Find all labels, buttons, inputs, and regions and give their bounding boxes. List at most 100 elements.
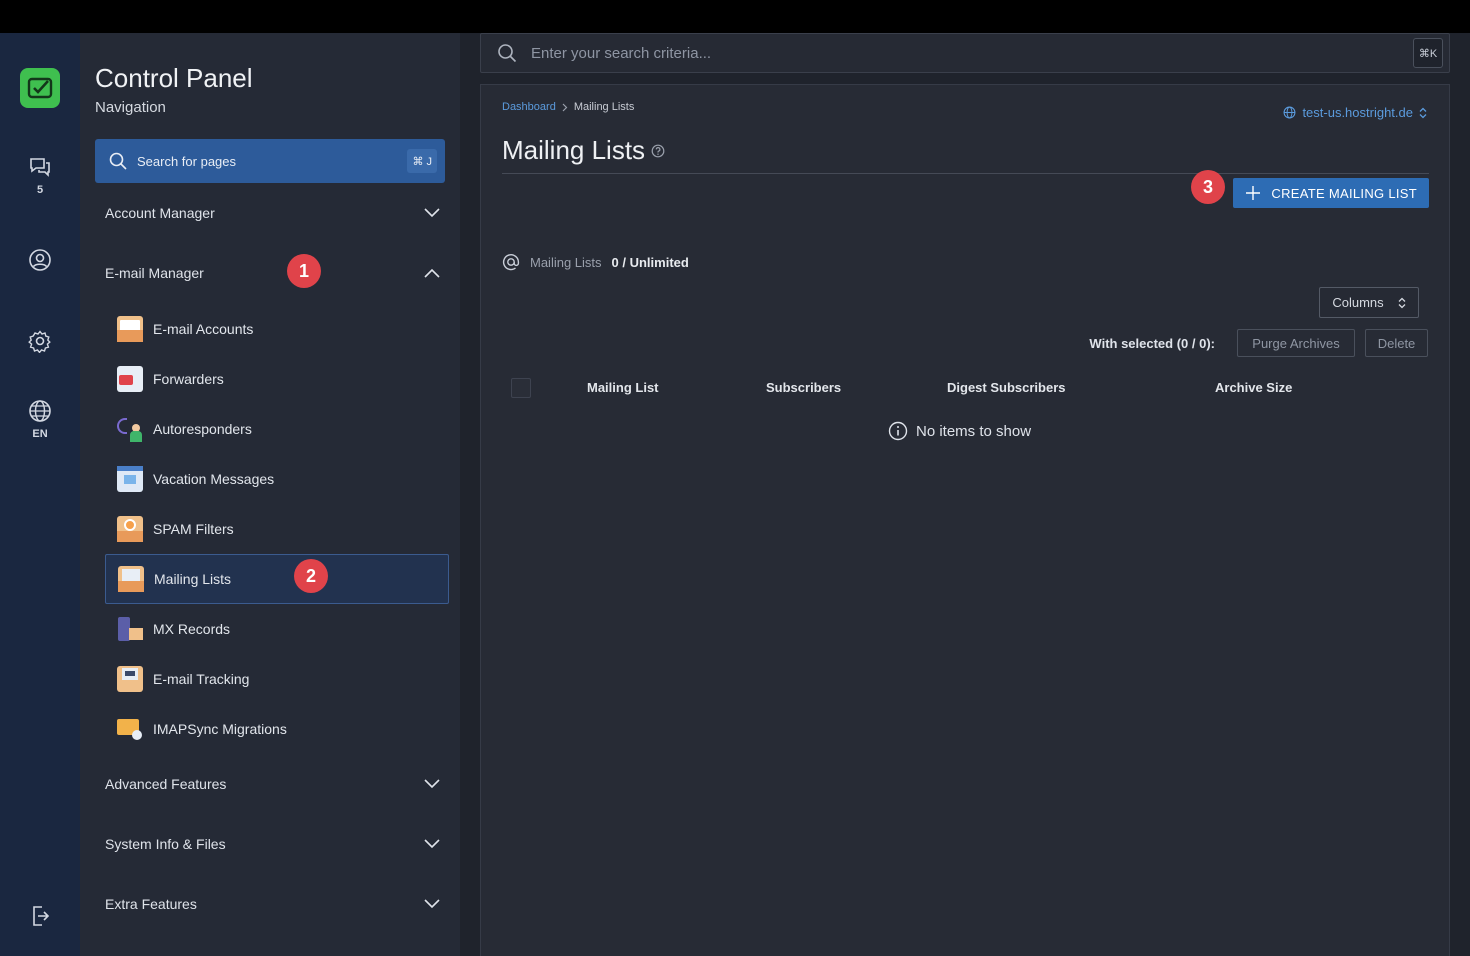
step-badge-1: 1 [287,254,321,288]
section-label: Account Manager [105,205,215,221]
icon-rail: 5 EN [0,33,80,956]
nav-item-label: IMAPSync Migrations [153,721,287,737]
plus-icon [1246,186,1261,200]
imapsync-icon [117,716,143,742]
quota-value: 0 / Unlimited [611,254,689,270]
nav-item-label: Vacation Messages [153,471,275,487]
columns-select[interactable]: Columns [1319,287,1419,318]
nav-item-spam-filters[interactable]: SPAM Filters [105,504,449,554]
search-placeholder: Search for pages [137,153,237,169]
content-panel: Dashboard Mailing Lists test-us.hostrigh… [480,84,1450,956]
nav-item-label: Forwarders [153,371,224,387]
nav-title: Control Panel [95,63,253,93]
nav-item-label: Autoresponders [153,421,252,437]
page-title: Mailing Lists [502,135,646,165]
email-tracking-icon [117,666,143,692]
mailing-lists-icon [118,566,144,592]
page-search-input[interactable]: Search for pages ⌘ J [95,139,445,183]
purge-archives-button[interactable]: Purge Archives [1237,329,1355,357]
rail-messages[interactable]: 5 [0,155,80,196]
nav-item-mx-records[interactable]: MX Records [105,604,449,654]
delete-button[interactable]: Delete [1365,329,1428,357]
column-header-mailing-list[interactable]: Mailing List [587,380,659,395]
nav-item-label: MX Records [153,621,231,637]
rail-account[interactable] [0,248,80,272]
chevron-down-icon [424,899,440,909]
nav-item-email-tracking[interactable]: E-mail Tracking [105,654,449,704]
columns-label: Columns [1332,295,1384,310]
chevron-down-icon [424,779,440,789]
window-top-bar [0,0,1470,33]
chevron-down-icon [424,208,440,218]
nav-item-forwarders[interactable]: Forwarders [105,354,449,404]
section-email-manager[interactable]: E-mail Manager [105,258,440,288]
gear-icon [28,330,51,353]
info-icon [888,421,908,441]
search-shortcut: ⌘ J [407,149,437,173]
nav-item-autoresponders[interactable]: Autoresponders [105,404,449,454]
logo-icon [27,77,53,99]
spam-filters-icon [117,516,143,542]
section-label: E-mail Manager [105,265,204,281]
nav-item-label: E-mail Tracking [153,671,250,687]
section-label: System Info & Files [105,836,226,852]
nav-item-label: E-mail Accounts [153,321,254,337]
section-label: Extra Features [105,896,197,912]
sort-arrows-icon [1398,297,1406,308]
rail-language[interactable]: EN [0,399,80,440]
breadcrumb-dashboard-link[interactable]: Dashboard [502,101,556,113]
nav-item-email-accounts[interactable]: E-mail Accounts [105,304,449,354]
domain-label: test-us.hostright.de [1302,105,1413,120]
section-extra-features[interactable]: Extra Features [105,889,440,919]
mx-records-icon [117,616,143,642]
global-search-placeholder: Enter your search criteria... [531,44,712,62]
section-label: Advanced Features [105,776,227,792]
nav-item-vacation-messages[interactable]: Vacation Messages [105,454,449,504]
email-accounts-icon [117,316,143,342]
nav-subtitle: Navigation [95,99,166,116]
step-badge-3: 3 [1191,170,1225,204]
search-icon [498,44,517,63]
vacation-messages-icon [117,466,143,492]
rail-settings[interactable] [0,329,80,353]
help-icon[interactable] [651,144,665,158]
chevron-down-icon [424,839,440,849]
with-selected-label: With selected (0 / 0): [1089,336,1215,351]
section-account-manager[interactable]: Account Manager [105,198,440,228]
column-header-subscribers[interactable]: Subscribers [766,380,841,395]
chevron-right-icon [562,103,568,111]
select-all-checkbox[interactable] [511,378,531,398]
globe-icon [29,400,51,422]
mailing-lists-quota: Mailing Lists 0 / Unlimited [502,253,689,271]
nav-item-imapsync-migrations[interactable]: IMAPSync Migrations [105,704,449,754]
nav-item-label: Mailing Lists [154,571,232,587]
forwarders-icon [117,366,143,392]
empty-state-text: No items to show [916,422,1032,440]
section-advanced-features[interactable]: Advanced Features [105,769,440,799]
chevron-up-icon [424,268,440,278]
app-logo[interactable] [20,68,60,108]
domain-selector[interactable]: test-us.hostright.de [1283,105,1427,120]
rail-logout[interactable] [0,904,80,928]
chat-icon [30,158,50,177]
at-sign-icon [502,254,520,271]
breadcrumb-current: Mailing Lists [573,101,635,113]
create-button-label: CREATE MAILING LIST [1271,185,1417,201]
breadcrumb: Dashboard Mailing Lists [502,101,634,113]
column-header-digest-subscribers[interactable]: Digest Subscribers [947,380,1066,395]
column-header-archive-size[interactable]: Archive Size [1215,380,1292,395]
empty-state: No items to show [888,421,1031,441]
navigation-sidebar: Control Panel Navigation Search for page… [80,33,460,956]
nav-item-mailing-lists[interactable]: Mailing Lists [105,554,449,604]
autoresponders-icon [117,416,143,442]
language-label: EN [32,428,48,440]
logout-icon [33,906,50,926]
user-circle-icon [29,249,51,271]
global-search-input[interactable]: Enter your search criteria... ⌘K [480,33,1450,73]
section-system-info[interactable]: System Info & Files [105,829,440,859]
sort-arrows-icon [1419,107,1427,118]
global-search-shortcut: ⌘K [1413,38,1443,68]
nav-item-label: SPAM Filters [153,521,234,537]
search-icon [109,152,127,170]
create-mailing-list-button[interactable]: CREATE MAILING LIST [1233,178,1429,208]
